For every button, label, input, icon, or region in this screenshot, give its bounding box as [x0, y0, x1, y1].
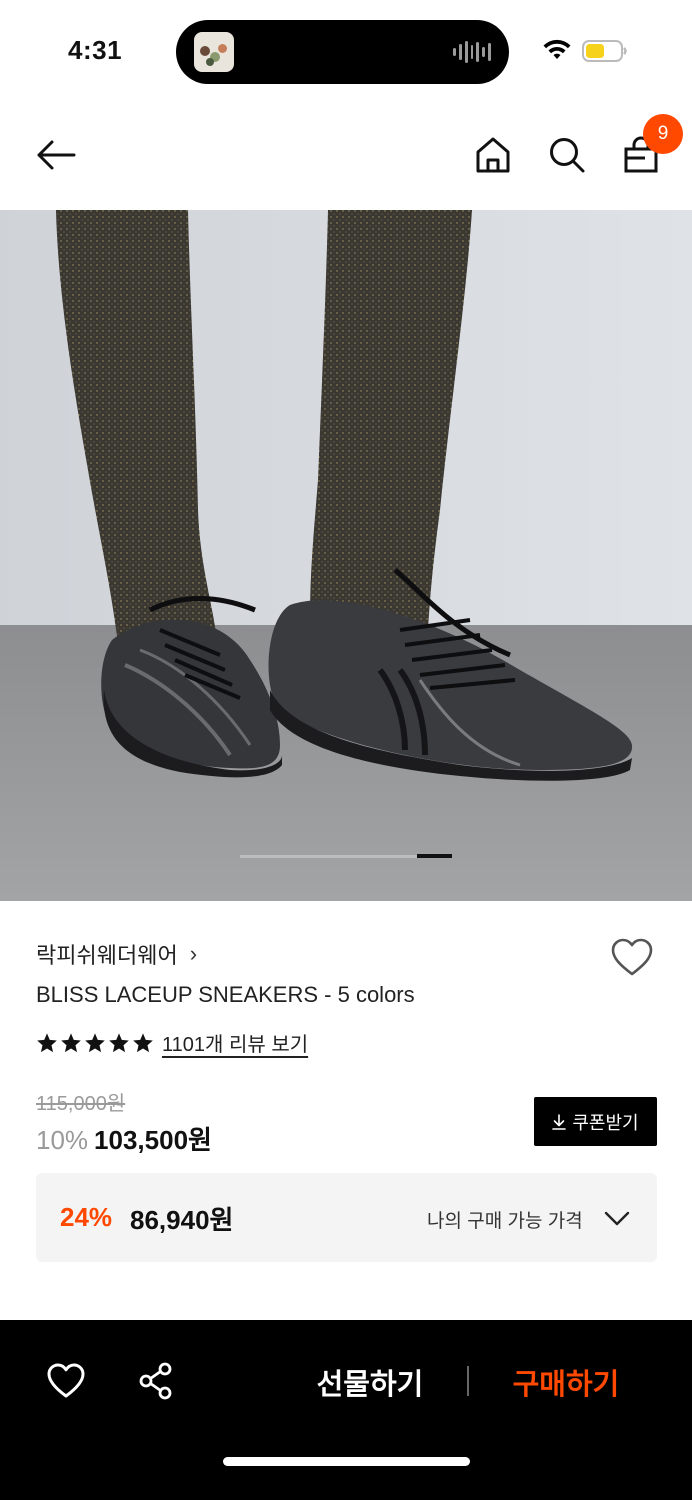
- product-image-carousel[interactable]: [0, 210, 692, 901]
- audio-waveform-icon: [453, 40, 492, 64]
- status-bar: 4:31: [0, 0, 692, 100]
- price-row: 10% 103,500원: [36, 1120, 212, 1157]
- cart-count-badge: 9: [643, 114, 683, 154]
- home-indicator[interactable]: [223, 1457, 470, 1466]
- star-icon: [109, 1032, 129, 1052]
- search-button[interactable]: [537, 100, 597, 210]
- wifi-icon: [543, 39, 571, 59]
- brand-name: 락피쉬웨더웨어: [36, 943, 178, 968]
- back-button[interactable]: [26, 100, 86, 210]
- home-button[interactable]: [463, 100, 523, 210]
- download-icon: [552, 1113, 567, 1130]
- chevron-down-icon: [604, 1211, 630, 1226]
- product-photo: [0, 210, 692, 901]
- star-icon: [133, 1032, 153, 1052]
- product-title: BLISS LACEUP SNEAKERS - 5 colors: [36, 982, 415, 1007]
- divider: [467, 1366, 469, 1396]
- buy-button[interactable]: 구매하기: [496, 1360, 636, 1404]
- share-button[interactable]: [136, 1361, 176, 1401]
- my-price-value: 86,940원: [130, 1205, 234, 1235]
- carousel-indicator-active: [417, 854, 452, 858]
- review-link[interactable]: 1101개 리뷰 보기: [162, 1028, 308, 1057]
- rating-row: 1101개 리뷰 보기: [36, 1028, 308, 1057]
- sale-price: 103,500원: [94, 1125, 212, 1155]
- cart-button[interactable]: 9: [611, 100, 683, 210]
- battery-icon: [582, 40, 627, 62]
- share-icon: [139, 1362, 172, 1400]
- brand-link[interactable]: 락피쉬웨더웨어 ›: [36, 938, 197, 970]
- now-playing-thumbnail: [194, 32, 234, 72]
- heart-icon: [611, 938, 653, 976]
- home-icon: [476, 137, 510, 173]
- heart-icon: [47, 1363, 85, 1398]
- gift-button[interactable]: 선물하기: [300, 1360, 440, 1404]
- bottom-action-bar: 선물하기 구매하기: [0, 1320, 692, 1500]
- star-icon: [37, 1032, 57, 1052]
- star-icon: [85, 1032, 105, 1052]
- top-navigation: 9: [0, 100, 692, 210]
- like-button[interactable]: [46, 1361, 86, 1401]
- coupon-download-button[interactable]: 쿠폰받기: [534, 1097, 657, 1146]
- search-icon: [550, 138, 585, 173]
- coupon-button-label: 쿠폰받기: [572, 1112, 639, 1133]
- wishlist-button[interactable]: [610, 936, 654, 980]
- original-price: 115,000원: [36, 1093, 126, 1115]
- my-price-rate: 24%: [60, 1202, 113, 1232]
- dynamic-island[interactable]: [176, 20, 509, 84]
- carousel-indicator: [240, 854, 452, 858]
- discount-rate: 10%: [36, 1125, 89, 1155]
- my-price-dropdown[interactable]: 24% 86,940원 나의 구매 가능 가격: [36, 1173, 657, 1262]
- rating-stars: [36, 1032, 154, 1054]
- chevron-right-icon: ›: [189, 941, 198, 966]
- back-arrow-icon: [37, 140, 76, 170]
- status-time: 4:31: [68, 35, 123, 65]
- my-price-label: 나의 구매 가능 가격: [427, 1211, 583, 1232]
- star-icon: [61, 1032, 81, 1052]
